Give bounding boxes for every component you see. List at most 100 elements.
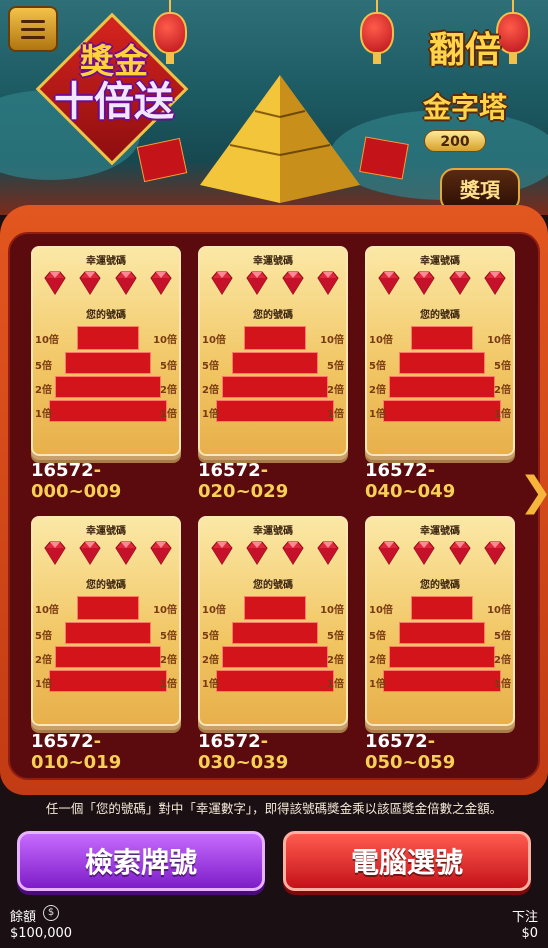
ticket-card[interactable]: 幸運號碼 您的號碼 10倍 10倍 5倍 5倍 2倍 2倍 1倍 1倍 xyxy=(31,516,181,726)
diamond-icon[interactable] xyxy=(410,270,438,296)
pyramid-tier[interactable] xyxy=(399,622,485,644)
diamond-icon[interactable] xyxy=(147,270,175,296)
diamond-icon[interactable] xyxy=(243,270,271,296)
lucky-gems xyxy=(41,270,175,296)
multiplier-label: 5倍 xyxy=(35,361,52,372)
pyramid-tier[interactable] xyxy=(55,376,161,398)
diamond-icon[interactable] xyxy=(208,270,236,296)
game-title: 翻倍 xyxy=(428,30,501,71)
lucky-gems xyxy=(208,540,342,566)
multiplier-label: 10倍 xyxy=(487,605,511,616)
lucky-number-label: 幸運號碼 xyxy=(253,256,293,267)
diamond-icon[interactable] xyxy=(76,540,104,566)
multiplier-label: 10倍 xyxy=(153,335,177,346)
pyramid-tier[interactable] xyxy=(389,376,495,398)
multiplier-label: 2倍 xyxy=(35,385,52,396)
multiplier-label: 5倍 xyxy=(494,631,511,642)
pyramid-tier[interactable] xyxy=(222,646,328,668)
lucky-number-label: 幸運號碼 xyxy=(420,526,460,537)
diamond-icon[interactable] xyxy=(314,540,342,566)
ticket-number-label: 16572-000~009 xyxy=(31,460,191,502)
pyramid-tier[interactable] xyxy=(65,352,151,374)
diamond-icon[interactable] xyxy=(76,270,104,296)
chevron-right-icon[interactable]: ❯ xyxy=(519,468,548,516)
ticket-card[interactable]: 幸運號碼 您的號碼 10倍 10倍 5倍 5倍 2倍 2倍 1倍 1倍 xyxy=(198,516,348,726)
pyramid-tier[interactable] xyxy=(244,596,306,620)
diamond-icon[interactable] xyxy=(375,270,403,296)
pyramid-tier[interactable] xyxy=(232,352,318,374)
balance-value: $100,000 xyxy=(10,926,73,941)
multiplier-label: 1倍 xyxy=(327,409,344,420)
ticket-card[interactable]: 幸運號碼 您的號碼 10倍 10倍 5倍 5倍 2倍 2倍 1倍 1倍 xyxy=(31,246,181,456)
multiplier-label: 1倍 xyxy=(35,679,52,690)
your-number-label: 您的號碼 xyxy=(420,310,460,321)
pyramid-tier[interactable] xyxy=(77,326,139,350)
multiplier-label: 2倍 xyxy=(202,385,219,396)
diamond-icon[interactable] xyxy=(41,540,69,566)
ticket-number-label: 16572-050~059 xyxy=(365,731,525,773)
ticket-prefix: 16572 xyxy=(198,460,261,481)
pyramid-tier[interactable] xyxy=(383,400,501,422)
pyramid-tier[interactable] xyxy=(216,400,334,422)
ticket-card[interactable]: 幸運號碼 您的號碼 10倍 10倍 5倍 5倍 2倍 2倍 1倍 1倍 xyxy=(365,516,515,726)
pyramid-tier[interactable] xyxy=(222,376,328,398)
diamond-icon[interactable] xyxy=(112,540,140,566)
ticket-prefix: 16572 xyxy=(365,731,428,752)
diamond-icon[interactable] xyxy=(147,540,175,566)
ticket-card[interactable]: 幸運號碼 您的號碼 10倍 10倍 5倍 5倍 2倍 2倍 1倍 1倍 xyxy=(198,246,348,456)
diamond-icon[interactable] xyxy=(41,270,69,296)
pyramid-tier[interactable] xyxy=(411,596,473,620)
pyramid-tier[interactable] xyxy=(55,646,161,668)
diamond-icon[interactable] xyxy=(375,540,403,566)
pyramid-tier[interactable] xyxy=(411,326,473,350)
multiplier-label: 2倍 xyxy=(494,385,511,396)
diamond-icon[interactable] xyxy=(112,270,140,296)
header-banner: 獎金 十倍送 翻倍 金字塔 200 獎項 xyxy=(0,0,548,215)
multiplier-label: 10倍 xyxy=(369,335,393,346)
multiplier-label: 10倍 xyxy=(153,605,177,616)
pyramid-tier[interactable] xyxy=(216,670,334,692)
diamond-icon[interactable] xyxy=(481,270,509,296)
red-envelope-icon xyxy=(359,136,409,180)
coin-icon[interactable]: $ xyxy=(43,905,59,921)
diamond-icon[interactable] xyxy=(481,540,509,566)
multiplier-label: 5倍 xyxy=(369,361,386,372)
lucky-number-label: 幸運號碼 xyxy=(253,526,293,537)
diamond-icon[interactable] xyxy=(314,270,342,296)
pyramid-tier[interactable] xyxy=(383,670,501,692)
multiplier-label: 10倍 xyxy=(35,335,59,346)
ticket-card[interactable]: 幸運號碼 您的號碼 10倍 10倍 5倍 5倍 2倍 2倍 1倍 1倍 xyxy=(365,246,515,456)
pyramid-tier[interactable] xyxy=(77,596,139,620)
multiplier-label: 1倍 xyxy=(202,679,219,690)
diamond-icon[interactable] xyxy=(243,540,271,566)
multiplier-label: 10倍 xyxy=(202,335,226,346)
pyramid-tier[interactable] xyxy=(244,326,306,350)
pyramid-tier[interactable] xyxy=(49,400,167,422)
pyramid-tier[interactable] xyxy=(49,670,167,692)
multiplier-label: 2倍 xyxy=(369,655,386,666)
bet-value: $0 xyxy=(521,926,538,941)
ticket-prefix: 16572 xyxy=(198,731,261,752)
diamond-icon[interactable] xyxy=(446,540,474,566)
pyramid-tier[interactable] xyxy=(65,622,151,644)
promo-line2: 十倍送 xyxy=(54,79,174,125)
random-pick-button[interactable]: 電腦選號 xyxy=(283,831,531,891)
multiplier-label: 5倍 xyxy=(202,631,219,642)
diamond-icon[interactable] xyxy=(279,270,307,296)
lucky-number-label: 幸運號碼 xyxy=(86,256,126,267)
diamond-icon[interactable] xyxy=(410,540,438,566)
pyramid-tier[interactable] xyxy=(232,622,318,644)
multiplier-label: 1倍 xyxy=(494,679,511,690)
search-ticket-button[interactable]: 檢索牌號 xyxy=(17,831,265,891)
multiplier-label: 10倍 xyxy=(320,605,344,616)
diamond-icon[interactable] xyxy=(279,540,307,566)
ticket-prefix: 16572 xyxy=(365,460,428,481)
multiplier-label: 1倍 xyxy=(202,409,219,420)
multiplier-label: 2倍 xyxy=(202,655,219,666)
pyramid-tier[interactable] xyxy=(389,646,495,668)
promo-text: 獎金 十倍送 xyxy=(40,42,188,122)
diamond-icon[interactable] xyxy=(446,270,474,296)
pyramid-tier[interactable] xyxy=(399,352,485,374)
diamond-icon[interactable] xyxy=(208,540,236,566)
multiplier-label: 2倍 xyxy=(494,655,511,666)
